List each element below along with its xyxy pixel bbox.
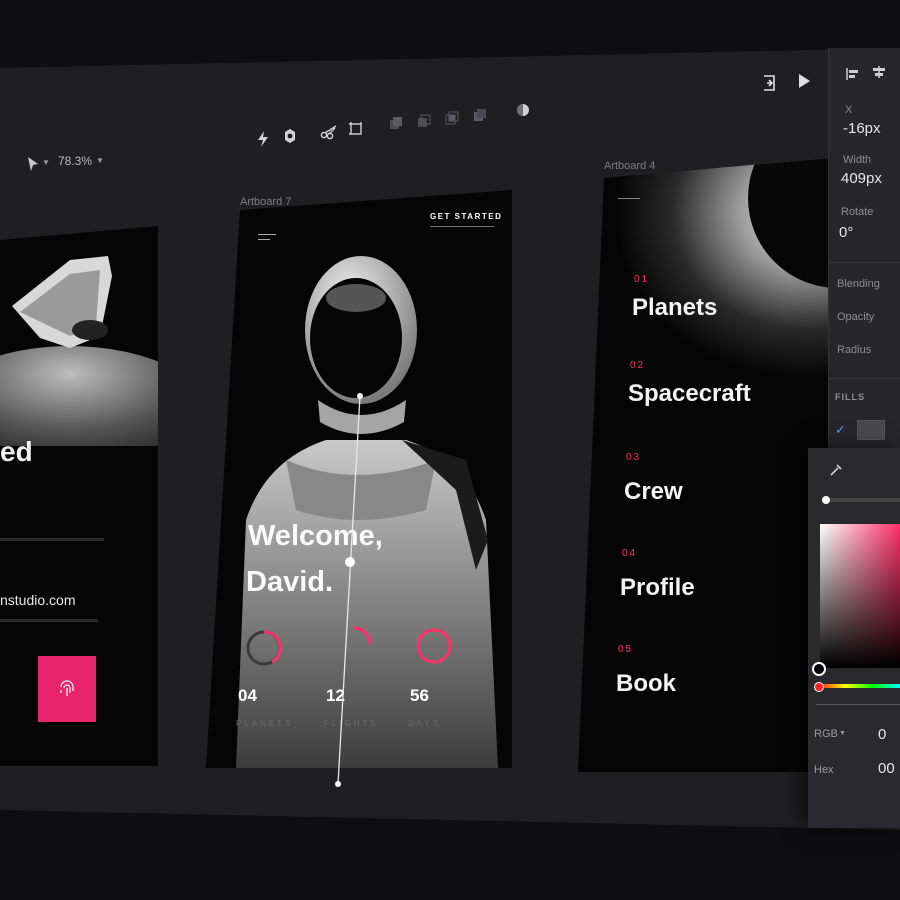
stat-planets-value: 04	[238, 686, 257, 705]
get-started-link[interactable]: GET STARTED	[430, 212, 502, 221]
divider	[829, 262, 900, 263]
boolean-union-icon[interactable]	[388, 115, 404, 131]
align-left-icon[interactable]	[845, 66, 861, 82]
hex-value[interactable]: 00	[878, 760, 895, 777]
opacity-slider-track[interactable]	[826, 498, 900, 502]
radius-label: Radius	[837, 344, 872, 356]
planets-progress-ring	[246, 630, 282, 666]
fills-label: FILLS	[835, 392, 865, 402]
scissors-icon[interactable]	[320, 124, 338, 140]
menu-item-book[interactable]: Book	[616, 670, 676, 698]
dropdown-chevron-icon[interactable]: ▼	[839, 730, 846, 737]
email-underline	[0, 619, 98, 622]
zoom-dropdown-chevron-icon[interactable]: ▼	[96, 156, 104, 165]
artboard-4-menu-line	[618, 198, 640, 199]
get-started-underline	[430, 226, 494, 227]
color-picker-handle[interactable]	[812, 662, 826, 676]
days-progress-ring	[416, 628, 452, 664]
hue-slider-handle[interactable]	[814, 682, 824, 692]
select-arrow-icon[interactable]	[26, 156, 40, 172]
rotate-label: Rotate	[841, 206, 874, 218]
rotate-value[interactable]: 0°	[839, 224, 853, 241]
eyedropper-icon[interactable]	[828, 462, 844, 478]
play-preview-icon[interactable]	[796, 72, 812, 90]
select-dropdown-chevron-icon[interactable]: ▼	[42, 158, 50, 167]
export-icon[interactable]	[762, 74, 778, 92]
lightning-icon[interactable]	[256, 130, 270, 148]
stat-days-value: 56	[410, 686, 429, 705]
artboard-7-label[interactable]: Artboard 7	[240, 196, 291, 208]
boolean-exclude-icon[interactable]	[472, 107, 488, 123]
artboard-4-label[interactable]: Artboard 4	[604, 160, 655, 172]
divider	[829, 378, 900, 379]
menu-item-profile[interactable]: Profile	[620, 574, 695, 602]
menu-item-3-number: 03	[626, 452, 642, 463]
boolean-intersect-icon[interactable]	[444, 110, 460, 126]
color-mode-dropdown[interactable]: RGB	[814, 728, 838, 740]
fill-color-swatch[interactable]	[857, 420, 885, 440]
artboard-4[interactable]: 01 Planets 02 Spacecraft 03 Crew 04 Prof…	[578, 158, 830, 772]
menu-item-2-number: 02	[630, 360, 646, 371]
boolean-subtract-icon[interactable]	[416, 113, 432, 129]
menu-item-5-number: 05	[618, 644, 634, 655]
mask-icon[interactable]	[515, 102, 531, 118]
artboard-tool-icon[interactable]	[348, 121, 364, 137]
x-value[interactable]: -16px	[843, 120, 881, 137]
width-value[interactable]: 409px	[841, 170, 882, 187]
width-label: Width	[843, 154, 872, 166]
fingerprint-button[interactable]	[38, 656, 96, 722]
email-field[interactable]: nstudio.com	[0, 592, 75, 608]
spacecraft-image	[0, 256, 158, 446]
welcome-line-2: David.	[246, 566, 334, 598]
menu-item-1-number: 01	[634, 274, 650, 285]
prototype-link-line[interactable]	[330, 390, 370, 790]
saturation-brightness-field[interactable]	[820, 524, 900, 668]
hue-slider[interactable]	[818, 684, 900, 688]
fingerprint-icon	[60, 680, 74, 696]
stat-planets-label: PLANETS	[236, 719, 294, 728]
color-picker-popover: RGB ▼ 0 Hex 00	[808, 448, 900, 828]
gear-icon[interactable]	[282, 128, 298, 144]
opacity-slider-handle[interactable]	[822, 496, 830, 504]
hamburger-menu-icon[interactable]	[258, 234, 276, 240]
zoom-level[interactable]: 78.3%	[58, 154, 92, 168]
menu-item-planets[interactable]: Planets	[632, 294, 717, 322]
fill-enabled-check-icon[interactable]: ✓	[835, 422, 846, 438]
menu-item-crew[interactable]: Crew	[624, 478, 683, 506]
menu-item-spacecraft[interactable]: Spacecraft	[628, 380, 751, 408]
divider	[816, 704, 900, 705]
menu-item-4-number: 04	[622, 548, 638, 559]
hex-label: Hex	[814, 764, 834, 776]
rgb-value[interactable]: 0	[878, 726, 886, 743]
left-heading-fragment: ed	[0, 436, 33, 467]
align-center-icon[interactable]	[871, 64, 887, 80]
opacity-label: Opacity	[837, 311, 875, 323]
stat-days-label: DAYS	[408, 719, 442, 728]
artboard-left[interactable]: ed nstudio.com	[0, 226, 158, 766]
planet-image	[578, 158, 830, 378]
blending-label: Blending	[837, 278, 880, 290]
divider	[0, 538, 104, 541]
x-label: X	[845, 104, 853, 116]
